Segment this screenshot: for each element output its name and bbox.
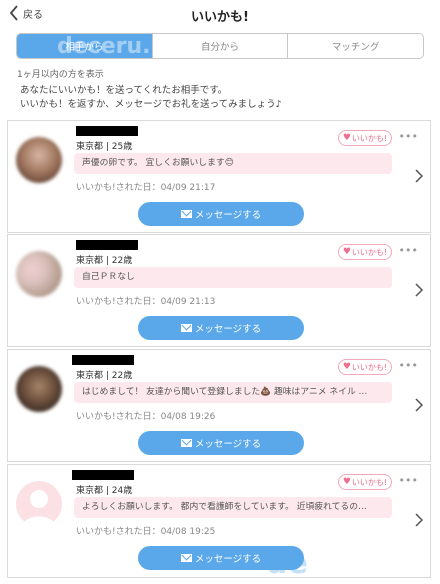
more-options-icon[interactable]: ••• bbox=[399, 359, 418, 372]
liked-date: いいかも!された日：04/09 21:17 bbox=[76, 180, 215, 193]
user-meta: 東京都 | 24歳 bbox=[76, 486, 133, 496]
list-item[interactable]: 東京都 | 22歳 ♥ いいかも! ••• はじめまして！ 友達から聞いて登録し… bbox=[7, 349, 431, 462]
date-value: 04/08 19:25 bbox=[160, 527, 216, 537]
tab-label: マッチング bbox=[331, 42, 380, 53]
tab-label: 自分から bbox=[201, 42, 240, 53]
chevron-right-icon[interactable] bbox=[414, 513, 424, 527]
heart-icon: ♥ bbox=[342, 362, 351, 372]
mail-icon bbox=[180, 210, 192, 218]
button-label: メッセージする bbox=[194, 210, 262, 221]
chevron-right-icon[interactable] bbox=[414, 398, 424, 412]
page-title: いいかも! bbox=[191, 10, 249, 25]
date-label: いいかも!された日： bbox=[76, 527, 161, 537]
mail-icon bbox=[180, 554, 192, 562]
like-back-button[interactable]: ♥ いいかも! bbox=[338, 130, 392, 146]
list-item[interactable]: 東京都 | 24歳 ♥ いいかも! ••• よろしくお願いします。 都内で看護師… bbox=[7, 464, 431, 578]
profile-message: よろしくお願いします。 都内で看護師をしています。 近頃疲れてるの… bbox=[74, 497, 392, 518]
heart-icon: ♥ bbox=[342, 247, 351, 257]
default-avatar-icon bbox=[22, 490, 56, 527]
liked-date: いいかも!された日：04/09 21:13 bbox=[76, 294, 215, 307]
date-label: いいかも!された日： bbox=[76, 183, 161, 193]
redacted-name bbox=[72, 355, 134, 365]
more-options-icon[interactable]: ••• bbox=[399, 130, 418, 143]
list-item[interactable]: 東京都 | 25歳 ♥ いいかも! ••• 声優の卵です。 宜しくお願いします😊… bbox=[7, 120, 431, 233]
redacted-name bbox=[76, 240, 138, 250]
like-label: いいかも! bbox=[351, 477, 388, 487]
user-meta: 東京都 | 22歳 bbox=[76, 256, 133, 266]
intro-line: あなたにいいかも！を送ってくれたお相手です。 bbox=[20, 85, 228, 96]
mail-icon bbox=[180, 439, 192, 447]
date-value: 04/09 21:13 bbox=[160, 297, 216, 307]
avatar[interactable] bbox=[16, 366, 62, 412]
filter-note: 1ヶ月以内の方を表示 bbox=[17, 70, 104, 80]
mail-icon bbox=[180, 324, 192, 332]
like-label: いいかも! bbox=[351, 133, 388, 143]
chevron-right-icon[interactable] bbox=[414, 283, 424, 297]
chevron-right-icon[interactable] bbox=[414, 169, 424, 183]
send-message-button[interactable]: メッセージする bbox=[138, 431, 304, 455]
tab-received[interactable]: deceru. 相手から bbox=[17, 34, 152, 58]
tab-label: 相手から bbox=[65, 42, 104, 53]
date-value: 04/09 21:17 bbox=[160, 183, 216, 193]
header: 戻る いいかも! bbox=[0, 0, 440, 30]
liked-date: いいかも!された日：04/08 19:25 bbox=[76, 524, 215, 537]
heart-icon: ♥ bbox=[342, 477, 351, 487]
more-options-icon[interactable]: ••• bbox=[399, 474, 418, 487]
like-label: いいかも! bbox=[351, 247, 388, 257]
profile-message: 自己ＰＲなし bbox=[74, 267, 392, 288]
avatar[interactable] bbox=[16, 137, 62, 183]
date-label: いいかも!された日： bbox=[76, 297, 161, 307]
tab-bar: deceru. 相手から 自分から マッチング bbox=[16, 33, 424, 59]
date-label: いいかも!された日： bbox=[76, 412, 161, 422]
heart-icon: ♥ bbox=[342, 133, 351, 143]
send-message-button[interactable]: メッセージする bbox=[138, 316, 304, 340]
tab-matching[interactable]: マッチング bbox=[287, 34, 423, 58]
date-value: 04/08 19:26 bbox=[160, 412, 216, 422]
like-back-button[interactable]: ♥ いいかも! bbox=[338, 474, 392, 490]
profile-message: 声優の卵です。 宜しくお願いします😊 bbox=[74, 153, 392, 174]
watermark: de bbox=[266, 546, 308, 581]
profile-message: はじめまして！ 友達から聞いて登録しました💩 趣味はアニメ ネイル … bbox=[74, 382, 392, 403]
user-meta: 東京都 | 22歳 bbox=[76, 371, 133, 381]
user-meta: 東京都 | 25歳 bbox=[76, 142, 133, 152]
button-label: メッセージする bbox=[194, 439, 262, 450]
intro-text: あなたにいいかも！を送ってくれたお相手です。 いいかも！を返すか、メッセージでお… bbox=[20, 84, 282, 112]
intro-line: いいかも！を返すか、メッセージでお礼を送ってみましょう♪ bbox=[20, 99, 282, 110]
redacted-name bbox=[76, 126, 138, 136]
button-label: メッセージする bbox=[194, 554, 262, 565]
like-back-button[interactable]: ♥ いいかも! bbox=[338, 359, 392, 375]
avatar[interactable] bbox=[16, 481, 62, 527]
tab-sent[interactable]: 自分から bbox=[151, 34, 288, 58]
like-label: いいかも! bbox=[351, 362, 388, 372]
send-message-button[interactable]: メッセージする bbox=[138, 202, 304, 226]
avatar[interactable] bbox=[16, 251, 62, 297]
liked-date: いいかも!された日：04/08 19:26 bbox=[76, 409, 215, 422]
list-item[interactable]: 東京都 | 22歳 ♥ いいかも! ••• 自己ＰＲなし いいかも!された日：0… bbox=[7, 234, 431, 347]
redacted-name bbox=[72, 470, 134, 480]
more-options-icon[interactable]: ••• bbox=[399, 244, 418, 257]
button-label: メッセージする bbox=[194, 324, 262, 335]
like-back-button[interactable]: ♥ いいかも! bbox=[338, 244, 392, 260]
